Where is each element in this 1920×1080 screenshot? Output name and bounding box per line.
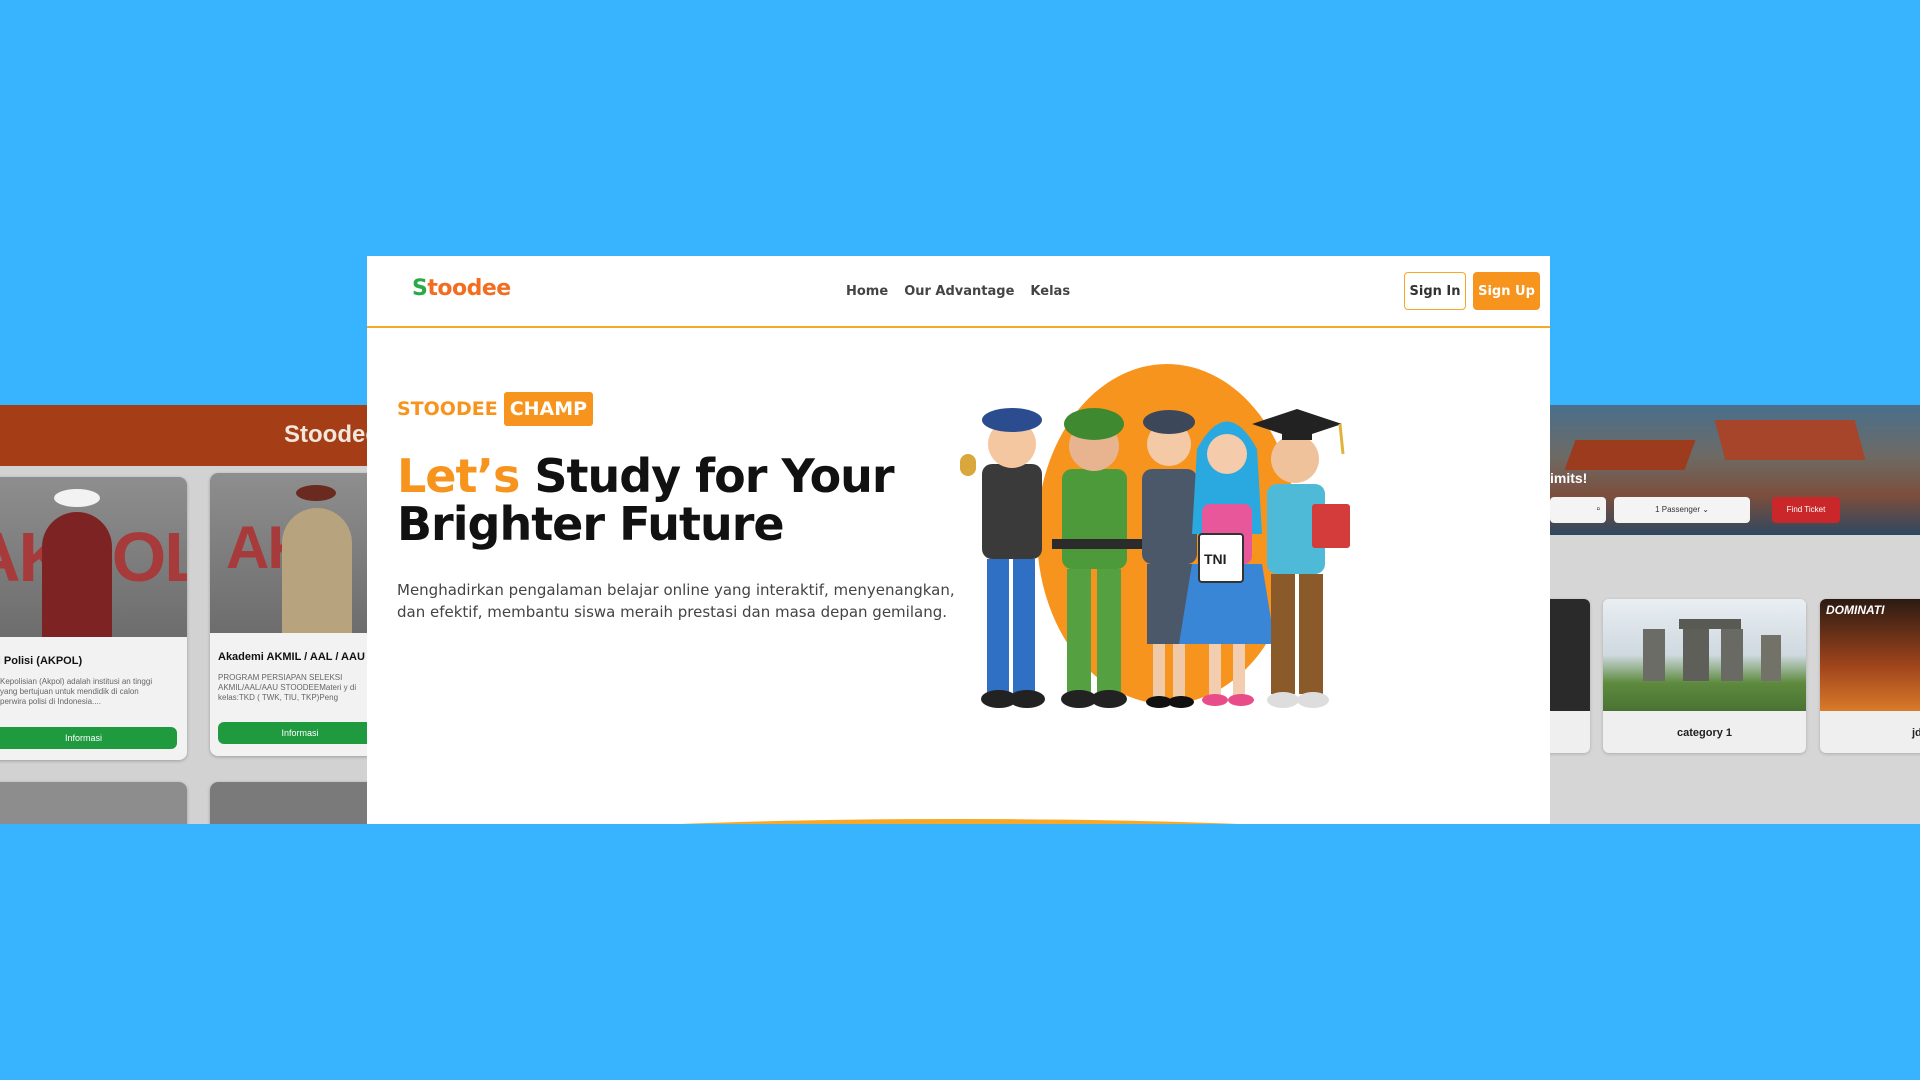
- find-ticket-button[interactable]: Find Ticket: [1772, 497, 1840, 523]
- nav-home[interactable]: Home: [846, 284, 888, 299]
- left-preview-card-4: [210, 782, 370, 824]
- badge-stoodee: STOODEE: [397, 398, 498, 420]
- akpol-informasi-button[interactable]: Informasi: [0, 727, 177, 749]
- akpol-photo: AKPOL: [0, 477, 187, 637]
- left-preview-logo: Stoodee: [284, 421, 370, 448]
- hero-roof-left: [1564, 440, 1696, 470]
- logo-text: toodee: [427, 276, 511, 301]
- left-preview-card-akmil: AKA Akademi AKMIL / AAL / AAU PROGRAM PE…: [210, 473, 370, 756]
- akpol-person: [42, 512, 112, 637]
- nav-links: Home Our Advantage Kelas: [846, 284, 1070, 299]
- nav-our-advantage[interactable]: Our Advantage: [904, 284, 1014, 299]
- poster-image: DOMINATI: [1820, 599, 1920, 711]
- akmil-desc: PROGRAM PERSIAPAN SELEKSI AKMIL/AAL/AAU …: [218, 673, 357, 702]
- akmil-person: [282, 508, 352, 633]
- hero-illustration: TNI: [960, 364, 1350, 708]
- right-preview-card-jd[interactable]: DOMINATI jd: [1820, 599, 1920, 753]
- navbar: Stoodee Home Our Advantage Kelas Sign In…: [367, 256, 1550, 328]
- stone-4: [1761, 635, 1781, 681]
- headline-accent: Let’s: [397, 449, 520, 503]
- logo-s: S: [412, 276, 428, 301]
- badge-champ: CHAMP: [503, 392, 594, 426]
- right-preview-hero-text: imits!: [1550, 470, 1588, 486]
- passenger-label: 1 Passenger: [1655, 505, 1700, 514]
- akmil-informasi-button[interactable]: Informasi: [218, 722, 370, 744]
- passenger-select[interactable]: 1 Passenger ⌄: [1614, 497, 1750, 523]
- akmil-cap: [296, 485, 336, 501]
- headline-part1: Study for Your: [519, 449, 894, 503]
- police-figure: [960, 408, 1045, 708]
- akpol-cap: [54, 489, 100, 507]
- chevron-down-icon: ⌄: [1702, 505, 1709, 514]
- stoodee-champ-badge: STOODEE CHAMP: [397, 392, 594, 426]
- stone-lintel: [1679, 619, 1741, 629]
- nav-kelas[interactable]: Kelas: [1030, 284, 1070, 299]
- hero-roof-right: [1714, 420, 1866, 460]
- date-field[interactable]: ▫: [1550, 497, 1606, 523]
- poster-text: DOMINATI: [1826, 603, 1885, 617]
- left-preview-header: Stoodee: [0, 405, 370, 466]
- sign-in-button[interactable]: Sign In: [1404, 272, 1466, 310]
- left-background-preview: Stoodee AKPOL mi Polisi (AKPOL) Kepolisi…: [0, 405, 370, 824]
- sign-up-button[interactable]: Sign Up: [1473, 272, 1540, 310]
- akmil-photo: AKA: [210, 473, 370, 633]
- right-preview-card-dark: [1550, 599, 1590, 753]
- left-preview-card-akpol: AKPOL mi Polisi (AKPOL) Kepolisian (Akpo…: [0, 477, 187, 760]
- tni-board-label: TNI: [1204, 551, 1227, 567]
- right-preview-card-category1[interactable]: category 1: [1603, 599, 1806, 753]
- stone-1: [1643, 629, 1665, 681]
- headline-part2: Brighter Future: [397, 497, 785, 551]
- stoodee-logo[interactable]: Stoodee: [412, 276, 511, 301]
- main-page-window: Stoodee Home Our Advantage Kelas Sign In…: [367, 256, 1550, 824]
- stone-3: [1721, 629, 1743, 681]
- stonehenge-image: [1603, 599, 1806, 711]
- left-preview-card-3: [0, 782, 187, 824]
- akpol-title: mi Polisi (AKPOL): [0, 655, 83, 667]
- akpol-desc: Kepolisian (Akpol) adalah institusi an t…: [0, 677, 153, 706]
- category-1-label: category 1: [1676, 727, 1733, 739]
- right-background-preview: imits! ▫ 1 Passenger ⌄ Find Ticket categ…: [1550, 405, 1920, 824]
- hero-subtitle: Menghadirkan pengalaman belajar online y…: [397, 581, 955, 621]
- hero-headline: Let’s Study for Your Brighter Future: [397, 452, 917, 548]
- right-preview-hero: imits! ▫ 1 Passenger ⌄ Find Ticket: [1550, 405, 1920, 535]
- akmil-title: Akademi AKMIL / AAL / AAU: [218, 651, 365, 663]
- stone-2: [1683, 625, 1709, 681]
- card4-image: [210, 782, 370, 824]
- dark-card-image: [1550, 599, 1590, 711]
- card3-image: [0, 782, 187, 824]
- jd-label: jd: [1912, 727, 1920, 739]
- bottom-section-arc: [417, 819, 1502, 824]
